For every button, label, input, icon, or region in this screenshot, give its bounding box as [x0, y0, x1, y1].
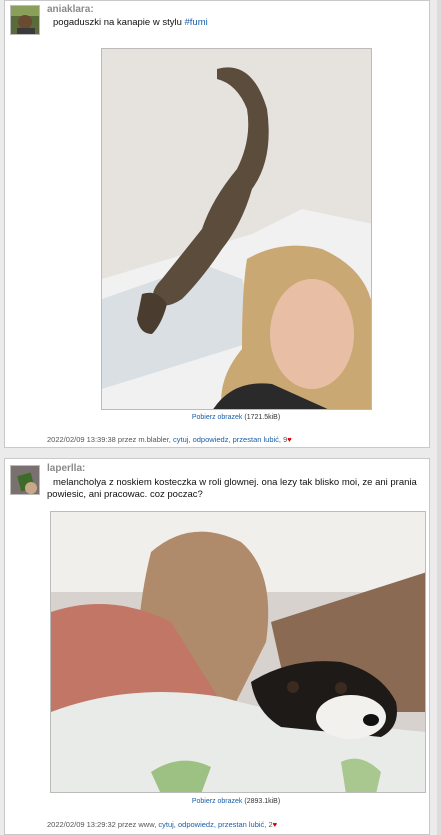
quote-link[interactable]: cytuj,	[173, 435, 191, 444]
heart-icon: ♥	[272, 820, 278, 829]
post-image[interactable]	[50, 511, 426, 793]
post-card: aniaklara: pogaduszki na kanapie w stylu…	[4, 0, 430, 448]
download-link-row: Pobierz obrazek (1721.5kiB)	[136, 414, 336, 421]
heart-icon: ♥	[287, 435, 292, 444]
avatar[interactable]	[10, 5, 40, 35]
avatar[interactable]	[10, 465, 40, 495]
post-author[interactable]: www,	[138, 820, 156, 829]
post-date[interactable]: 2022/02/09 13:29:32	[47, 820, 116, 829]
download-link-row: Pobierz obrazek (2893.1kiB)	[136, 798, 336, 805]
reply-link[interactable]: odpowiedz,	[178, 820, 216, 829]
file-size: (2893.1kiB)	[244, 798, 281, 805]
post-card: laperlla: melancholya z noskiem kosteczk…	[4, 458, 430, 835]
quote-link[interactable]: cytuj,	[158, 820, 176, 829]
username[interactable]: laperlla:	[47, 463, 85, 474]
unlike-link[interactable]: przestan lubić,	[218, 820, 266, 829]
post-text: melancholya z noskiem kosteczka w roli g…	[47, 477, 417, 501]
download-image-link[interactable]: Pobierz obrazek	[192, 414, 243, 421]
unlike-link[interactable]: przestan lubić,	[233, 435, 281, 444]
post-meta: 2022/02/09 13:39:38 przez m.blabler, cyt…	[47, 435, 292, 444]
page-edge	[437, 0, 441, 835]
post-text: pogaduszki na kanapie w stylu #fumi	[53, 17, 208, 29]
post-meta: 2022/02/09 13:29:32 przez www, cytuj, od…	[47, 820, 277, 829]
username[interactable]: aniaklara:	[47, 4, 94, 15]
post-date[interactable]: 2022/02/09 13:39:38	[47, 435, 116, 444]
reply-link[interactable]: odpowiedz,	[193, 435, 231, 444]
post-text-content: pogaduszki na kanapie w stylu	[53, 17, 185, 28]
post-image[interactable]	[101, 48, 372, 410]
download-image-link[interactable]: Pobierz obrazek	[192, 798, 243, 805]
post-text-line: melancholya z noskiem kosteczka w roli g…	[53, 477, 417, 488]
file-size: (1721.5kiB)	[244, 414, 281, 421]
by-prefix: przez	[117, 820, 137, 829]
by-prefix: przez	[117, 435, 137, 444]
hashtag-link[interactable]: #fumi	[185, 17, 208, 28]
post-text-line: powiesic, ani pracowac. coz poczac?	[47, 489, 203, 500]
post-author[interactable]: m.blabler,	[138, 435, 171, 444]
